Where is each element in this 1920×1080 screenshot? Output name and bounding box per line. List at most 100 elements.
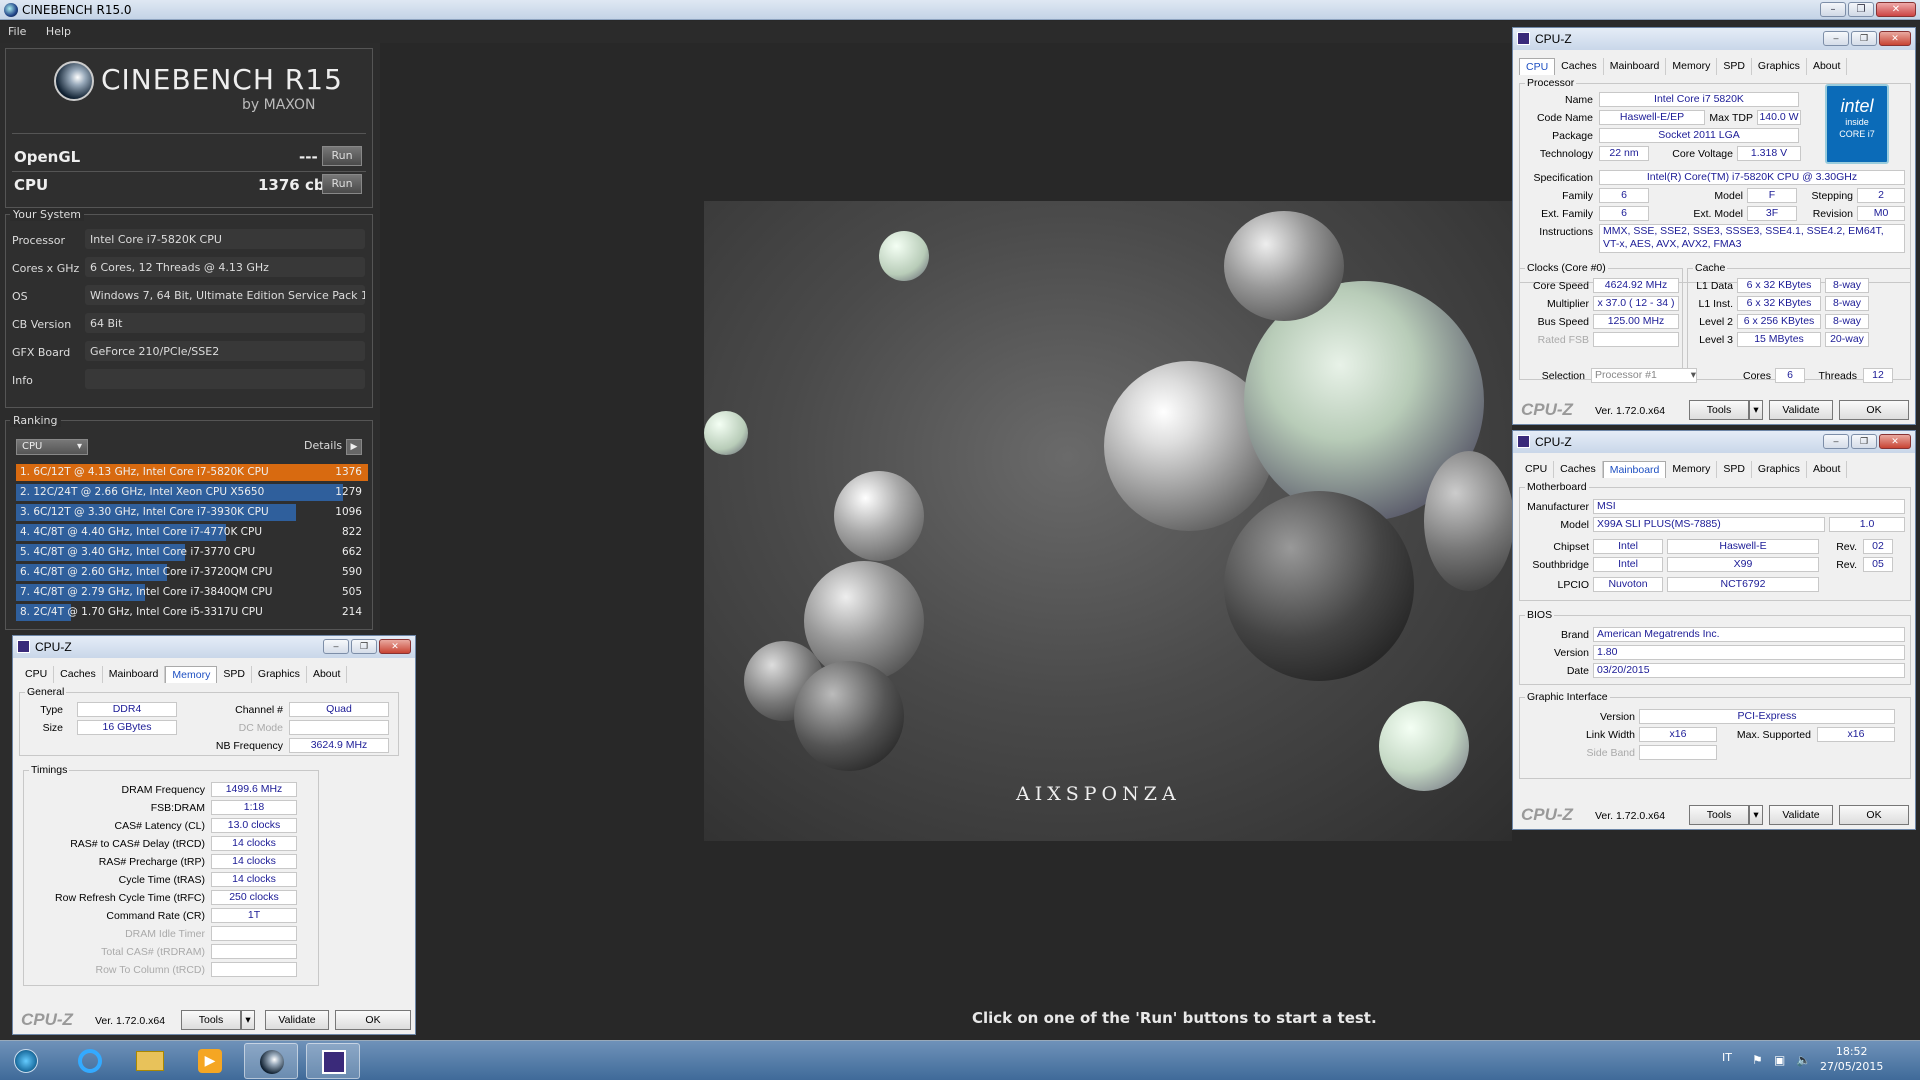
details-label[interactable]: Details	[304, 439, 342, 452]
minimize-button[interactable]: –	[1823, 31, 1849, 46]
flag-icon[interactable]: ⚑	[1752, 1053, 1763, 1067]
close-button[interactable]: ✕	[1879, 434, 1911, 449]
l1-data-way-field: 8-way	[1825, 278, 1869, 293]
tab-memory[interactable]: Memory	[1666, 58, 1718, 75]
menu-file[interactable]: File	[0, 21, 34, 42]
ok-button[interactable]: OK	[1839, 400, 1909, 420]
ranking-score: 505	[341, 586, 362, 598]
tab-memory[interactable]: Memory	[165, 666, 218, 683]
ranking-row[interactable]: 6. 4C/8T @ 2.60 GHz, Intel Core i7-3720Q…	[16, 563, 368, 582]
tab-mainboard[interactable]: Mainboard	[1602, 461, 1667, 478]
timing-label: RAS# to CAS# Delay (tRCD)	[70, 838, 205, 850]
ok-button[interactable]: OK	[335, 1010, 411, 1030]
ok-button[interactable]: OK	[1839, 805, 1909, 825]
taskbar-cpuz[interactable]	[306, 1043, 360, 1079]
taskbar-media-player[interactable]: ▶	[182, 1043, 236, 1079]
level2-label: Level 2	[1699, 316, 1733, 328]
ranking-row[interactable]: 7. 4C/8T @ 2.79 GHz, Intel Core i7-3840Q…	[16, 583, 368, 602]
ranking-row[interactable]: 8. 2C/4T @ 1.70 GHz, Intel Core i5-3317U…	[16, 603, 368, 622]
tab-cpu[interactable]: CPU	[19, 666, 55, 683]
tools-button[interactable]: Tools	[1689, 400, 1749, 420]
validate-button[interactable]: Validate	[1769, 400, 1833, 420]
ranking-row[interactable]: 2. 12C/24T @ 2.66 GHz, Intel Xeon CPU X5…	[16, 483, 368, 502]
tools-dropdown-icon[interactable]: ▾	[1749, 805, 1763, 825]
opengl-run-button[interactable]: Run	[322, 146, 362, 166]
minimize-button[interactable]: –	[1823, 434, 1849, 449]
tab-caches[interactable]: Caches	[1554, 461, 1603, 478]
details-arrow-icon[interactable]: ▶	[346, 439, 362, 455]
cinebench-app-icon	[4, 3, 18, 17]
tab-mainboard[interactable]: Mainboard	[103, 666, 166, 683]
timing-value: 14 clocks	[211, 872, 297, 887]
taskbar-explorer[interactable]	[122, 1043, 176, 1079]
close-button[interactable]: ✕	[1879, 31, 1911, 46]
tab-cpu[interactable]: CPU	[1519, 461, 1555, 478]
validate-button[interactable]: Validate	[265, 1010, 329, 1030]
clock-time: 18:52	[1835, 1045, 1868, 1058]
tab-about[interactable]: About	[1807, 58, 1848, 75]
tools-dropdown-icon[interactable]: ▾	[241, 1010, 255, 1030]
tab-caches[interactable]: Caches	[1555, 58, 1604, 75]
volume-muted-icon[interactable]: 🔈	[1796, 1053, 1811, 1067]
tools-dropdown-icon[interactable]: ▾	[1749, 400, 1763, 420]
bios-group-label: BIOS	[1525, 609, 1555, 621]
tab-mainboard[interactable]: Mainboard	[1604, 58, 1667, 75]
cpu-run-button[interactable]: Run	[322, 174, 362, 194]
close-button[interactable]: ✕	[379, 639, 411, 654]
language-indicator[interactable]: IT	[1722, 1051, 1732, 1064]
tab-caches[interactable]: Caches	[54, 666, 103, 683]
tab-about[interactable]: About	[1807, 461, 1848, 478]
ranking-label: 7. 4C/8T @ 2.79 GHz, Intel Core i7-3840Q…	[20, 586, 273, 598]
channel-field: Quad	[289, 702, 389, 717]
tab-about[interactable]: About	[307, 666, 348, 683]
family-field: 6	[1599, 188, 1649, 203]
taskbar-internet-explorer[interactable]	[62, 1043, 116, 1079]
tab-graphics[interactable]: Graphics	[1752, 461, 1807, 478]
start-button[interactable]	[2, 1043, 50, 1079]
ranking-score: 1376	[335, 466, 362, 478]
link-width-field: x16	[1639, 727, 1717, 742]
validate-button[interactable]: Validate	[1769, 805, 1833, 825]
lpcio-vendor-field: Nuvoton	[1593, 577, 1663, 592]
cpuz-logo: CPU-Z	[21, 1010, 73, 1029]
ranking-label: 1. 6C/12T @ 4.13 GHz, Intel Core i7-5820…	[20, 466, 269, 478]
ranking-row[interactable]: 3. 6C/12T @ 3.30 GHz, Intel Core i7-3930…	[16, 503, 368, 522]
menu-help[interactable]: Help	[38, 21, 79, 42]
selection-label: Selection	[1541, 370, 1585, 382]
tab-spd[interactable]: SPD	[1717, 461, 1752, 478]
tools-button[interactable]: Tools	[1689, 805, 1749, 825]
bios-version-field: 1.80	[1593, 645, 1905, 660]
ranking-type-dropdown[interactable]: CPU ▾	[16, 439, 88, 455]
minimize-button[interactable]: –	[1820, 2, 1846, 17]
ranking-row[interactable]: 4. 4C/8T @ 4.40 GHz, Intel Core i7-4770K…	[16, 523, 368, 542]
nb-frequency-field: 3624.9 MHz	[289, 738, 389, 753]
system-row-processor: Processor Intel Core i7-5820K CPU	[12, 229, 368, 251]
tab-memory[interactable]: Memory	[1666, 461, 1718, 478]
timing-label: Command Rate (CR)	[106, 910, 205, 922]
maximize-button[interactable]: ❐	[1848, 2, 1874, 17]
southbridge-field: X99	[1667, 557, 1819, 572]
cpuz-titlebar: CPU-Z – ❐ ✕	[13, 636, 415, 658]
tab-graphics[interactable]: Graphics	[1752, 58, 1807, 75]
family-label: Family	[1562, 190, 1593, 202]
maximize-button[interactable]: ❐	[351, 639, 377, 654]
network-icon[interactable]: ▣	[1774, 1053, 1785, 1067]
tab-cpu[interactable]: CPU	[1519, 58, 1556, 75]
processor-selection-dropdown[interactable]: Processor #1 ▾	[1591, 368, 1697, 383]
minimize-button[interactable]: –	[323, 639, 349, 654]
mem-type-field: DDR4	[77, 702, 177, 717]
ranking-row[interactable]: 5. 4C/8T @ 3.40 GHz, Intel Core i7-3770 …	[16, 543, 368, 562]
tools-button[interactable]: Tools	[181, 1010, 241, 1030]
cores-field: 6	[1775, 368, 1805, 383]
timing-value: 1499.6 MHz	[211, 782, 297, 797]
tab-spd[interactable]: SPD	[217, 666, 252, 683]
close-button[interactable]: ✕	[1876, 2, 1916, 17]
tab-spd[interactable]: SPD	[1717, 58, 1752, 75]
maximize-button[interactable]: ❐	[1851, 31, 1877, 46]
maximize-button[interactable]: ❐	[1851, 434, 1877, 449]
chipset-field: Haswell-E	[1667, 539, 1819, 554]
tab-graphics[interactable]: Graphics	[252, 666, 307, 683]
taskbar-cinebench[interactable]	[244, 1043, 298, 1079]
ranking-row[interactable]: 1. 6C/12T @ 4.13 GHz, Intel Core i7-5820…	[16, 463, 368, 482]
system-clock[interactable]: 18:52 27/05/2015	[1820, 1044, 1883, 1074]
